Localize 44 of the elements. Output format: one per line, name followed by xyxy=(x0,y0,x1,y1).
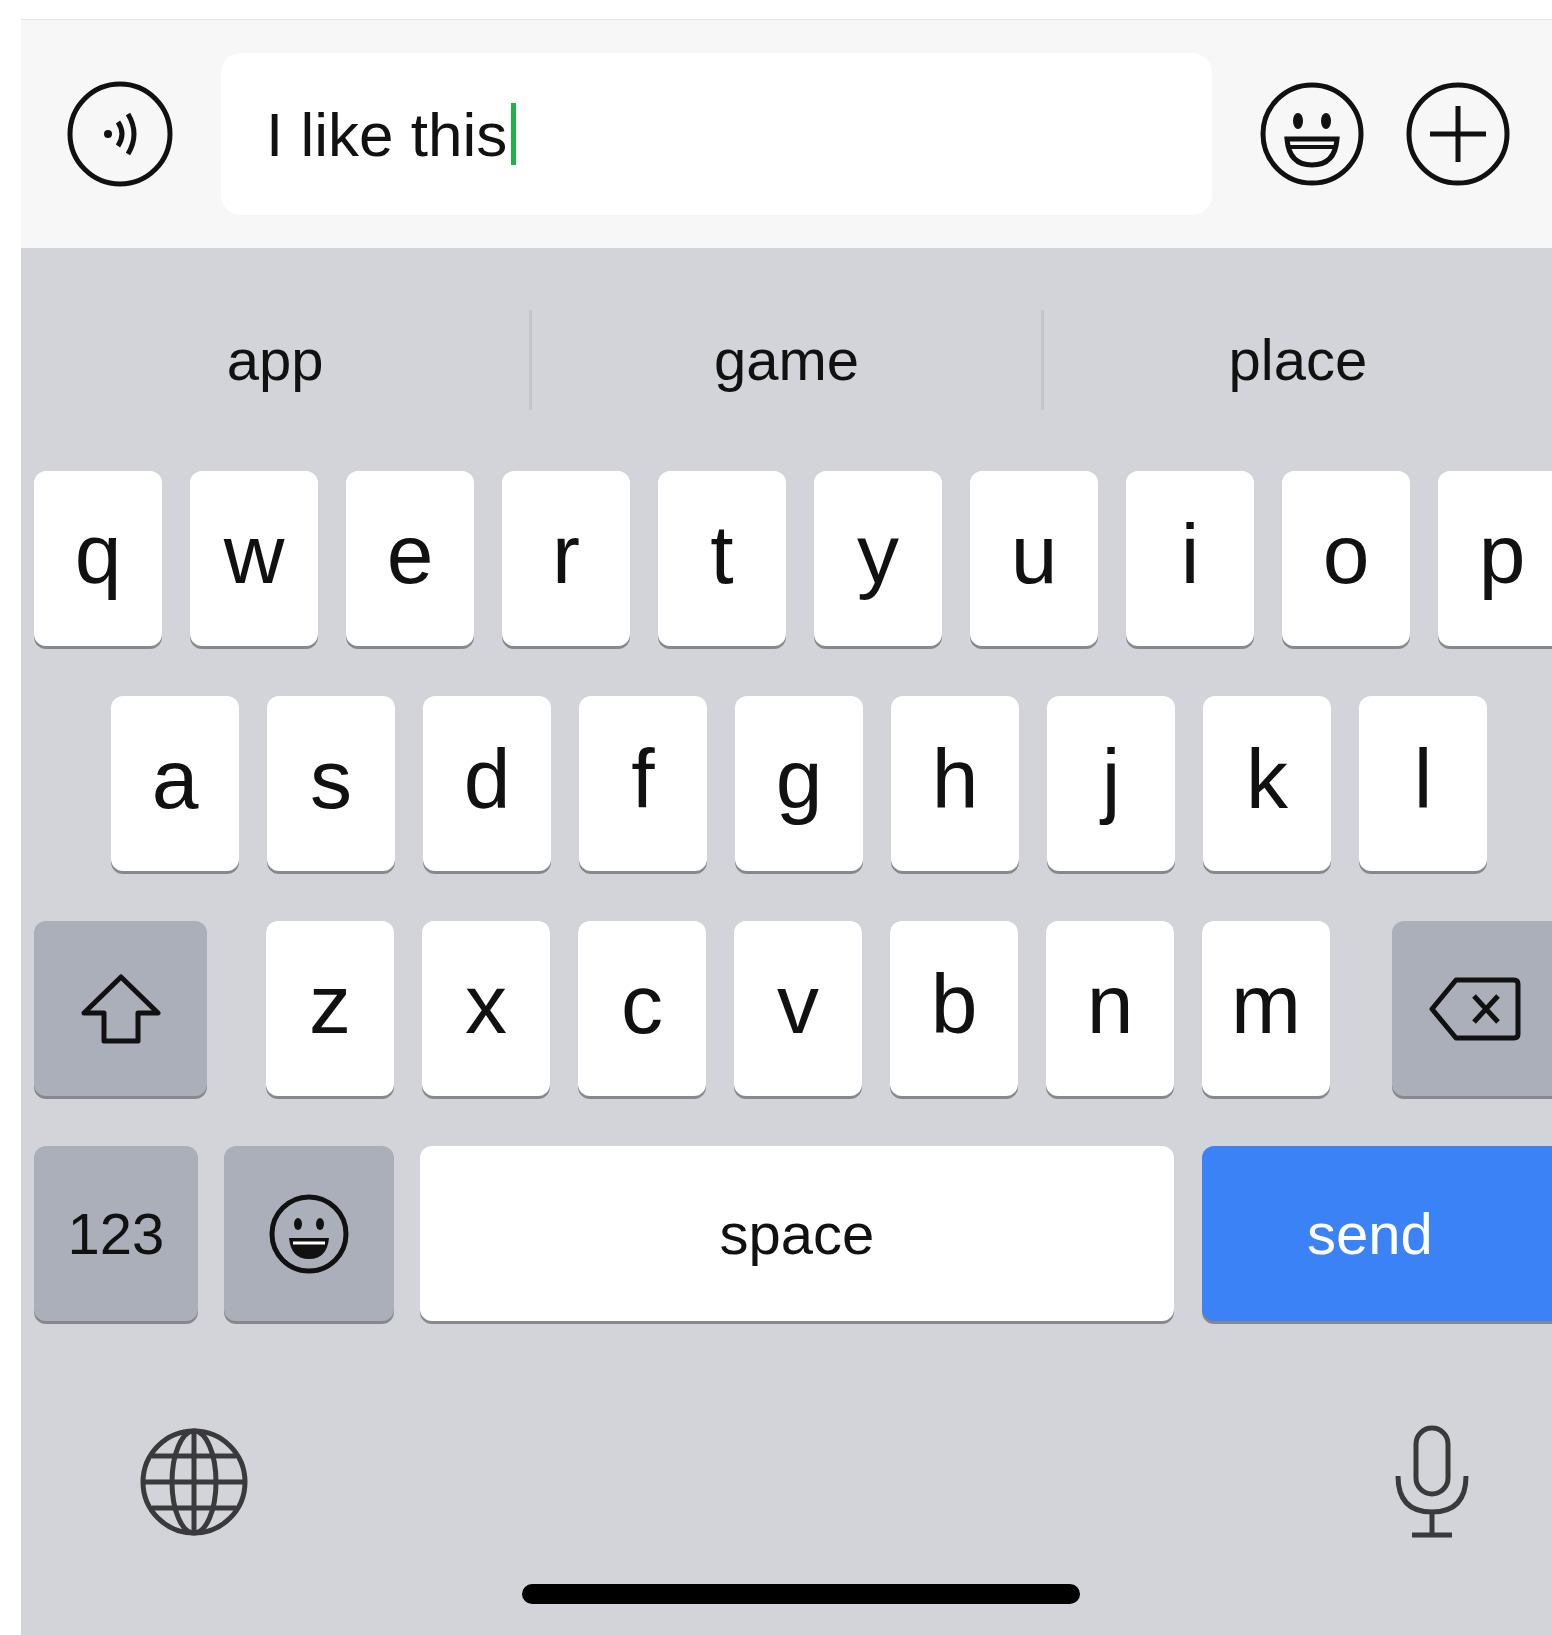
backspace-key[interactable] xyxy=(1392,921,1552,1096)
letter-key[interactable]: l xyxy=(1359,696,1487,871)
emoji-key[interactable] xyxy=(224,1146,394,1321)
letter-key[interactable]: u xyxy=(970,471,1098,646)
emoji-icon[interactable] xyxy=(1259,81,1365,187)
letter-key[interactable]: d xyxy=(423,696,551,871)
letter-key[interactable]: z xyxy=(266,921,394,1096)
backspace-icon xyxy=(1428,975,1522,1042)
letter-key[interactable]: j xyxy=(1047,696,1175,871)
letter-key[interactable]: f xyxy=(579,696,707,871)
shift-icon xyxy=(79,972,162,1045)
space-key[interactable]: space xyxy=(420,1146,1174,1321)
suggestion[interactable]: game xyxy=(713,316,860,403)
plus-icon[interactable] xyxy=(1405,81,1511,187)
suggestion[interactable]: app xyxy=(226,316,324,403)
suggestion[interactable]: place xyxy=(1228,316,1368,403)
letter-key[interactable]: n xyxy=(1046,921,1174,1096)
letter-key[interactable]: h xyxy=(891,696,1019,871)
letter-key[interactable]: t xyxy=(658,471,786,646)
emoji-icon xyxy=(268,1192,350,1275)
letter-key[interactable]: b xyxy=(890,921,1018,1096)
letter-key[interactable]: r xyxy=(502,471,630,646)
shift-key[interactable] xyxy=(34,921,207,1096)
letter-key[interactable]: c xyxy=(578,921,706,1096)
text-cursor xyxy=(511,103,517,165)
letter-key[interactable]: w xyxy=(190,471,318,646)
letter-key[interactable]: e xyxy=(346,471,474,646)
letter-key[interactable]: s xyxy=(267,696,395,871)
letter-key[interactable]: p xyxy=(1438,471,1552,646)
input-field[interactable]: I like this xyxy=(221,53,1212,215)
letter-key[interactable]: m xyxy=(1202,921,1330,1096)
letter-key[interactable]: v xyxy=(734,921,862,1096)
send-button[interactable]: send xyxy=(1202,1146,1552,1321)
letter-key[interactable]: y xyxy=(814,471,942,646)
letter-key[interactable]: o xyxy=(1282,471,1410,646)
letter-key[interactable]: a xyxy=(111,696,239,871)
letter-key[interactable]: q xyxy=(34,471,162,646)
voice-icon[interactable] xyxy=(66,80,174,188)
letter-key[interactable]: i xyxy=(1126,471,1254,646)
numbers-key[interactable]: 123 xyxy=(34,1146,198,1321)
letter-key[interactable]: k xyxy=(1203,696,1331,871)
letter-key[interactable]: g xyxy=(735,696,863,871)
letter-key[interactable]: x xyxy=(422,921,550,1096)
globe-icon[interactable] xyxy=(138,1426,250,1538)
